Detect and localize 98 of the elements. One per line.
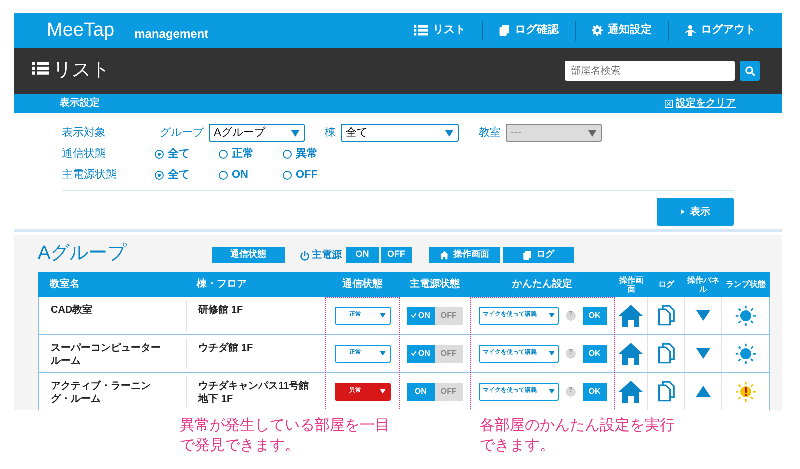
search-icon	[744, 66, 756, 76]
panel-toggle[interactable]	[696, 386, 711, 397]
log-icon-button[interactable]	[658, 343, 675, 364]
floor-text: ウチダキャンパス11号館地下 1F	[198, 380, 310, 406]
power-off-toggle[interactable]: OFF	[434, 344, 463, 362]
radio-option[interactable]: 正常	[219, 146, 283, 163]
column-header: 主電源状態	[409, 277, 461, 292]
filter-label: 通信状態	[62, 146, 107, 162]
caret-icon	[380, 389, 386, 394]
brand-logo: MeeTap	[47, 21, 115, 40]
play-icon	[680, 209, 684, 215]
panel-toggle[interactable]	[696, 348, 711, 359]
home-button[interactable]	[619, 380, 644, 402]
power-off-toggle[interactable]: OFF	[434, 382, 463, 400]
power-on-toggle[interactable]: ON	[406, 382, 435, 400]
power-off-toggle[interactable]: OFF	[434, 306, 463, 324]
show-button[interactable]: 表示	[657, 198, 734, 226]
radio-option[interactable]: ON	[219, 167, 283, 184]
home-icon	[619, 380, 644, 402]
room-name: CAD教室	[51, 304, 94, 317]
panel-toggle[interactable]	[696, 310, 711, 321]
search-field[interactable]: 部屋名検索	[565, 61, 735, 81]
dropdown[interactable]: 全て	[341, 124, 459, 142]
column-header: 教室名	[48, 277, 81, 292]
log-icon-button[interactable]	[658, 381, 675, 402]
column-header: かんたん設定	[512, 277, 574, 292]
power-icon	[300, 250, 310, 260]
settings-icon	[592, 25, 603, 36]
document-icon	[658, 381, 675, 402]
dropdown[interactable]: Aグループ	[209, 124, 305, 142]
caret-icon	[548, 351, 555, 356]
down-triangle-icon	[696, 348, 711, 359]
home-icon	[619, 304, 644, 326]
caret-icon	[445, 130, 454, 136]
caret-icon	[380, 313, 386, 318]
room-name: スーパーコンピュータールーム	[51, 342, 162, 368]
document-icon	[522, 250, 532, 260]
column-header: 操作パネル	[686, 274, 720, 296]
log-button[interactable]: ログ	[503, 247, 574, 263]
document-icon	[658, 305, 675, 326]
filter-label: グループ	[160, 126, 204, 141]
radio-option[interactable]: 全て	[155, 146, 219, 163]
list-icon	[32, 62, 49, 75]
home-button[interactable]	[619, 304, 644, 326]
caret-icon	[548, 389, 555, 394]
column-header: ログ	[658, 279, 676, 291]
filter-label: 教室	[479, 126, 501, 141]
filter-label: 主電源状態	[62, 168, 118, 184]
down-triangle-icon	[696, 310, 711, 321]
control-screen-button[interactable]: 操作画面	[429, 247, 500, 263]
floor-text: 研修館 1F	[198, 304, 244, 317]
document-icon	[658, 343, 675, 364]
section-title: 表示設定	[60, 96, 100, 111]
column-header: 通信状態	[342, 278, 384, 292]
annotation-text: 各部屋のかんたん設定を実行できます。	[480, 416, 676, 456]
clear-icon	[665, 100, 673, 108]
home-button[interactable]	[619, 342, 644, 364]
comm-status-button[interactable]: 通信状態	[212, 247, 285, 263]
power-on-button[interactable]: ON	[346, 247, 379, 263]
power-label: 主電源	[312, 248, 342, 263]
power-off-button[interactable]: OFF	[381, 247, 412, 263]
nav-link[interactable]: ログアウト	[669, 22, 772, 39]
radio-option[interactable]: 異常	[283, 146, 318, 163]
room-name: アクティブ・ラーニング・ルーム	[51, 380, 152, 406]
page-title: リスト	[53, 58, 110, 83]
caret-icon	[380, 351, 386, 356]
column-header: ランプ状態	[725, 279, 767, 291]
nav-link[interactable]: 通知設定	[576, 22, 668, 39]
nav-link[interactable]: ログ確認	[483, 22, 575, 39]
annotation-text: 異常が発生している部屋を一目で発見できます。	[180, 416, 391, 456]
up-triangle-icon	[696, 386, 711, 397]
ok-button[interactable]: OK	[582, 344, 607, 362]
check-icon	[411, 313, 418, 318]
log-icon-button[interactable]	[658, 305, 675, 326]
caret-icon	[548, 313, 555, 318]
filter-label: 棟	[325, 126, 336, 141]
document-icon	[499, 25, 510, 36]
ok-button[interactable]: OK	[582, 306, 607, 324]
ok-button[interactable]: OK	[582, 382, 607, 400]
floor-text: ウチダ館 1F	[198, 342, 254, 355]
nav-link[interactable]: リスト	[398, 22, 482, 39]
column-header: 棟・フロア	[196, 278, 248, 292]
home-icon	[619, 342, 644, 364]
caret-icon	[291, 130, 300, 136]
radio-option[interactable]: 全て	[155, 167, 219, 184]
radio-option[interactable]: OFF	[283, 167, 318, 184]
search-button[interactable]	[740, 61, 760, 81]
group-title: Aグループ	[38, 244, 128, 263]
home-icon	[440, 250, 448, 260]
subtitle: management	[134, 26, 209, 42]
list-icon	[414, 25, 428, 36]
column-header: 操作画面	[618, 274, 644, 296]
power-on-toggle[interactable]: ON	[406, 306, 435, 324]
person-icon	[685, 25, 696, 36]
caret-icon	[588, 130, 597, 136]
filter-label: 表示対象	[62, 126, 107, 141]
power-on-toggle[interactable]: ON	[406, 344, 435, 362]
check-icon	[411, 351, 418, 356]
